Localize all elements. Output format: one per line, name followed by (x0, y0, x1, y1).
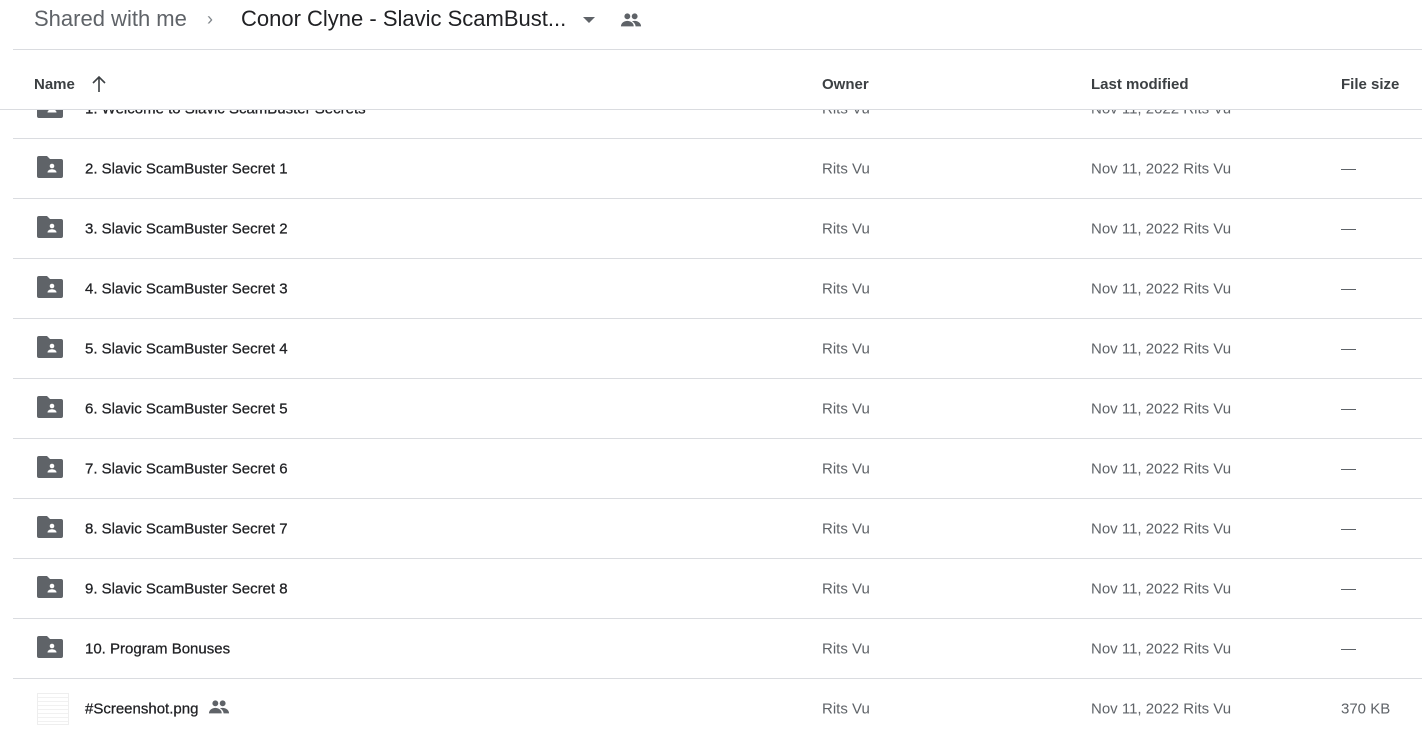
shared-folder-icon (37, 515, 63, 542)
owner: Rits Vu (822, 160, 870, 177)
file-name[interactable]: 2. Slavic ScamBuster Secret 1 (85, 160, 288, 177)
last-modified: Nov 11, 2022 Rits Vu (1091, 640, 1232, 657)
file-size: — (1341, 640, 1356, 657)
file-size: — (1341, 280, 1356, 297)
breadcrumb: Shared with me › Conor Clyne - Slavic Sc… (0, 0, 1422, 49)
file-size: — (1341, 220, 1356, 237)
file-name[interactable]: 3. Slavic ScamBuster Secret 2 (85, 220, 288, 237)
file-row[interactable]: 8. Slavic ScamBuster Secret 7 Rits Vu Nov … (13, 499, 1422, 559)
file-row[interactable]: #Screenshot.png Rits Vu Nov 11, 2022 Rits … (13, 679, 1422, 738)
owner: Rits Vu (822, 340, 870, 357)
file-name[interactable]: 8. Slavic ScamBuster Secret 7 (85, 520, 288, 537)
shared-folder-icon (37, 395, 63, 422)
shared-people-icon (208, 699, 230, 719)
sort-arrow-up-icon[interactable] (90, 75, 108, 93)
shared-folder-icon (37, 155, 63, 182)
owner: Rits Vu (822, 280, 870, 297)
file-row[interactable]: 10. Program Bonuses Rits Vu Nov 11, 2022 R… (13, 619, 1422, 679)
column-file-size[interactable]: File size (1341, 76, 1399, 93)
last-modified: Nov 11, 2022 Rits Vu (1091, 160, 1232, 177)
chevron-right-icon: › (207, 9, 213, 29)
file-row[interactable]: 4. Slavic ScamBuster Secret 3 Rits Vu Nov … (13, 259, 1422, 319)
last-modified: Nov 11, 2022 Rits Vu (1091, 220, 1232, 237)
file-size: 370 KB (1341, 700, 1391, 717)
owner: Rits Vu (822, 700, 870, 717)
last-modified: Nov 11, 2022 Rits Vu (1091, 700, 1232, 717)
file-size: — (1341, 580, 1356, 597)
file-name[interactable]: 9. Slavic ScamBuster Secret 8 (85, 580, 288, 597)
file-list: 1. Welcome to Slavic ScamBuster SecretsR… (13, 79, 1422, 738)
last-modified: Nov 11, 2022 Rits Vu (1091, 280, 1232, 297)
shared-folder-icon (37, 275, 63, 302)
owner: Rits Vu (822, 400, 870, 417)
last-modified: Nov 11, 2022 Rits Vu (1091, 580, 1232, 597)
owner: Rits Vu (822, 580, 870, 597)
file-name[interactable]: #Screenshot.png (85, 700, 199, 717)
file-size: — (1341, 340, 1356, 357)
file-size: — (1341, 400, 1356, 417)
column-name[interactable]: Name (34, 76, 75, 93)
shared-folder-icon (37, 455, 63, 482)
file-size: — (1341, 160, 1356, 177)
file-name[interactable]: 10. Program Bonuses (85, 640, 230, 657)
shared-folder-icon (37, 635, 63, 662)
breadcrumb-current-folder[interactable]: Conor Clyne - Slavic ScamBust... (241, 6, 566, 32)
file-row[interactable]: 6. Slavic ScamBuster Secret 5 Rits Vu Nov … (13, 379, 1422, 439)
file-row[interactable]: 9. Slavic ScamBuster Secret 8 Rits Vu Nov … (13, 559, 1422, 619)
dropdown-arrow-icon[interactable] (583, 17, 595, 23)
last-modified: Nov 11, 2022 Rits Vu (1091, 340, 1232, 357)
owner: Rits Vu (822, 220, 870, 237)
shared-folder-icon (37, 575, 63, 602)
file-row[interactable]: 7. Slavic ScamBuster Secret 6 Rits Vu Nov … (13, 439, 1422, 499)
owner: Rits Vu (822, 460, 870, 477)
file-row[interactable]: 5. Slavic ScamBuster Secret 4 Rits Vu Nov … (13, 319, 1422, 379)
file-name[interactable]: 6. Slavic ScamBuster Secret 5 (85, 400, 288, 417)
last-modified: Nov 11, 2022 Rits Vu (1091, 400, 1232, 417)
breadcrumb-shared-with-me[interactable]: Shared with me (34, 6, 187, 32)
file-name[interactable]: 4. Slavic ScamBuster Secret 3 (85, 280, 288, 297)
column-owner[interactable]: Owner (822, 76, 869, 93)
file-size: — (1341, 520, 1356, 537)
image-thumbnail (37, 692, 69, 725)
people-icon (620, 13, 642, 27)
column-header: Name Owner Last modified File size (0, 50, 1422, 110)
file-size: — (1341, 460, 1356, 477)
owner: Rits Vu (822, 640, 870, 657)
shared-folder-icon (37, 215, 63, 242)
last-modified: Nov 11, 2022 Rits Vu (1091, 520, 1232, 537)
column-last-modified[interactable]: Last modified (1091, 76, 1189, 93)
file-name[interactable]: 5. Slavic ScamBuster Secret 4 (85, 340, 288, 357)
last-modified: Nov 11, 2022 Rits Vu (1091, 460, 1232, 477)
file-row[interactable]: 3. Slavic ScamBuster Secret 2 Rits Vu Nov … (13, 199, 1422, 259)
owner: Rits Vu (822, 520, 870, 537)
shared-folder-icon (37, 335, 63, 362)
file-row[interactable]: 2. Slavic ScamBuster Secret 1 Rits Vu Nov … (13, 139, 1422, 199)
file-name[interactable]: 7. Slavic ScamBuster Secret 6 (85, 460, 288, 477)
